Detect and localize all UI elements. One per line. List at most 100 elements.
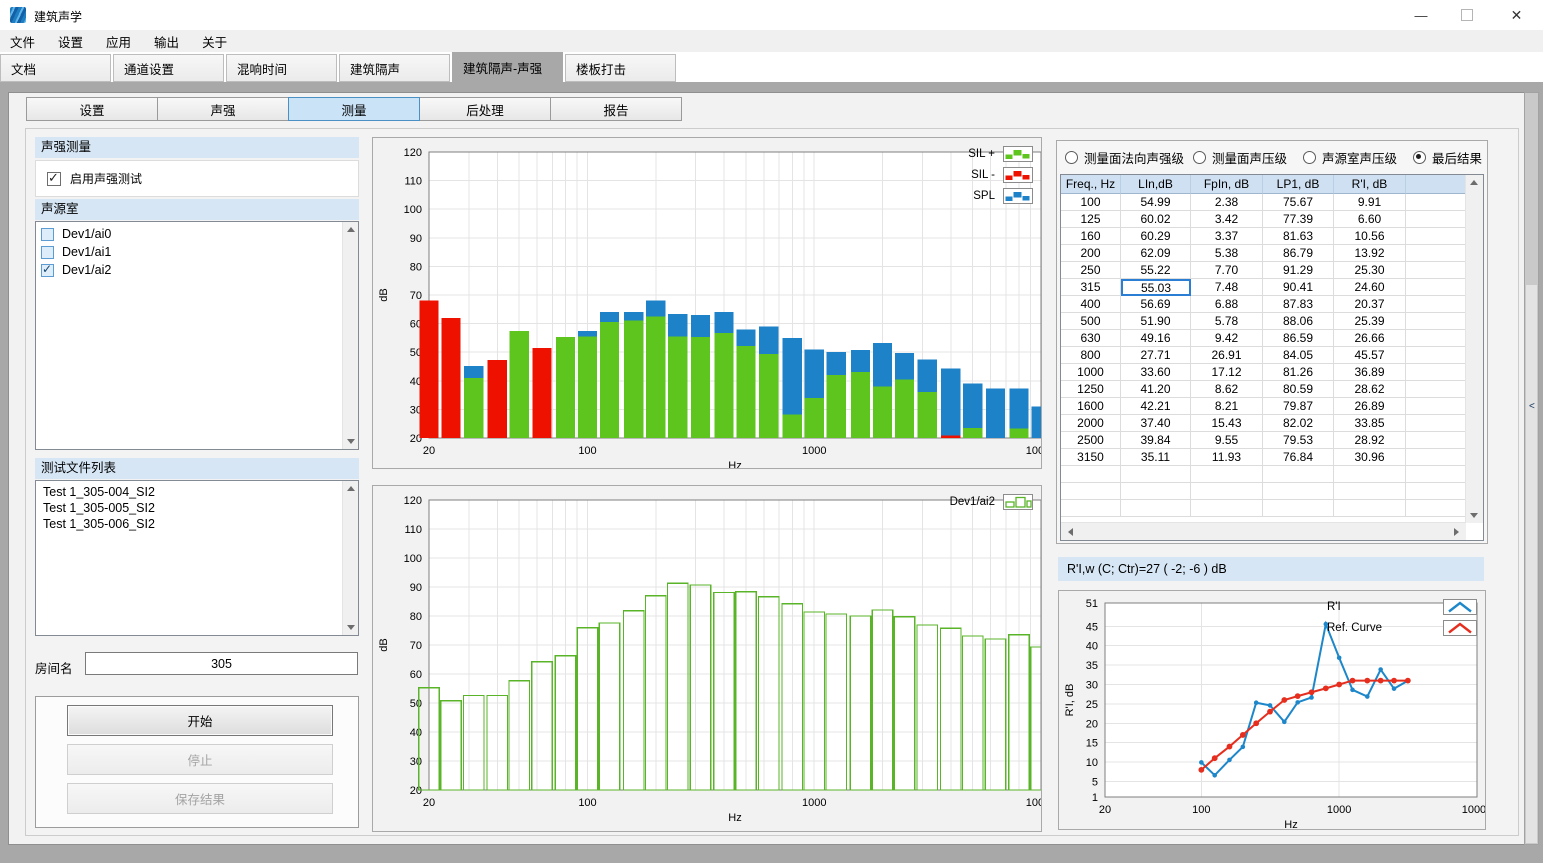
table-cell[interactable]: 3.37: [1191, 228, 1263, 245]
table-cell[interactable]: 630: [1061, 330, 1121, 347]
column-header[interactable]: FpIn, dB: [1191, 175, 1263, 194]
table-cell[interactable]: 62.09: [1121, 245, 1191, 262]
table-cell[interactable]: 79.53: [1263, 432, 1334, 449]
table-cell[interactable]: 76.84: [1263, 449, 1334, 466]
table-cell[interactable]: 55.03: [1121, 279, 1191, 296]
enable-intensity-checkbox[interactable]: [47, 172, 61, 186]
table-cell[interactable]: 100: [1061, 194, 1121, 211]
table-cell[interactable]: 400: [1061, 296, 1121, 313]
table-cell[interactable]: [1406, 211, 1468, 228]
table-cell[interactable]: 60.29: [1121, 228, 1191, 245]
room-name-input[interactable]: [85, 652, 358, 675]
main-tab[interactable]: 混响时间: [226, 54, 337, 82]
table-row[interactable]: 160042.218.2179.8726.89: [1061, 398, 1483, 415]
table-cell[interactable]: 3150: [1061, 449, 1121, 466]
table-cell[interactable]: [1406, 364, 1468, 381]
table-cell[interactable]: 82.02: [1263, 415, 1334, 432]
sub-tab[interactable]: 声强: [157, 97, 289, 121]
table-row[interactable]: 63049.169.4286.5926.66: [1061, 330, 1483, 347]
table-cell[interactable]: 79.87: [1263, 398, 1334, 415]
table-row[interactable]: 80027.7126.9184.0545.57: [1061, 347, 1483, 364]
legend-item[interactable]: SPL: [968, 188, 1033, 204]
table-cell[interactable]: 26.89: [1334, 398, 1406, 415]
table-cell[interactable]: 26.91: [1191, 347, 1263, 364]
sub-tab[interactable]: 测量: [288, 97, 420, 121]
main-tab[interactable]: 建筑隔声-声强: [452, 52, 563, 82]
table-cell[interactable]: 250: [1061, 262, 1121, 279]
table-cell[interactable]: 36.89: [1334, 364, 1406, 381]
table-cell[interactable]: 26.66: [1334, 330, 1406, 347]
radio-item[interactable]: 声源室声压级: [1303, 148, 1397, 167]
table-row[interactable]: 16060.293.3781.6310.56: [1061, 228, 1483, 245]
maximize-icon[interactable]: [1444, 0, 1490, 30]
test-file-item[interactable]: Test 1_305-004_SI2: [36, 484, 358, 500]
table-cell[interactable]: 51.90: [1121, 313, 1191, 330]
table-cell[interactable]: 6.88: [1191, 296, 1263, 313]
menu-item[interactable]: 文件: [10, 30, 48, 53]
table-cell[interactable]: 3.42: [1191, 211, 1263, 228]
table-cell[interactable]: [1406, 313, 1468, 330]
main-tab[interactable]: 楼板打击: [565, 54, 676, 82]
table-cell[interactable]: 8.21: [1191, 398, 1263, 415]
table-cell[interactable]: 9.55: [1191, 432, 1263, 449]
test-file-list[interactable]: Test 1_305-004_SI2Test 1_305-005_SI2Test…: [35, 480, 359, 636]
column-header[interactable]: [1406, 175, 1468, 194]
table-cell[interactable]: [1406, 194, 1468, 211]
legend-plot-icon[interactable]: [1003, 494, 1033, 510]
table-cell[interactable]: 7.70: [1191, 262, 1263, 279]
radio-button[interactable]: [1065, 151, 1078, 164]
scroll-up-icon[interactable]: [343, 222, 358, 237]
table-cell[interactable]: 2.38: [1191, 194, 1263, 211]
table-cell[interactable]: 9.42: [1191, 330, 1263, 347]
table-cell[interactable]: 33.60: [1121, 364, 1191, 381]
table-cell[interactable]: 20.37: [1334, 296, 1406, 313]
legend-item[interactable]: Dev1/ai2: [950, 494, 1033, 510]
channel-list-scrollbar[interactable]: [342, 222, 358, 449]
table-cell[interactable]: 90.41: [1263, 279, 1334, 296]
radio-button[interactable]: [1413, 151, 1426, 164]
start-button[interactable]: 开始: [67, 705, 333, 736]
table-cell[interactable]: [1406, 381, 1468, 398]
table-row[interactable]: 125041.208.6280.5928.62: [1061, 381, 1483, 398]
main-tab[interactable]: 通道设置: [113, 54, 224, 82]
table-cell[interactable]: 30.96: [1334, 449, 1406, 466]
table-cell[interactable]: 87.83: [1263, 296, 1334, 313]
legend-plot-icon[interactable]: [1003, 188, 1033, 204]
sub-tab[interactable]: 报告: [550, 97, 682, 121]
table-row[interactable]: 40056.696.8887.8320.37: [1061, 296, 1483, 313]
table-cell[interactable]: 5.78: [1191, 313, 1263, 330]
table-cell[interactable]: 33.85: [1334, 415, 1406, 432]
main-tab[interactable]: 文档: [0, 54, 111, 82]
channel-list[interactable]: Dev1/ai0Dev1/ai1Dev1/ai2: [35, 221, 359, 450]
sub-tab[interactable]: 后处理: [419, 97, 551, 121]
table-cell[interactable]: 17.12: [1191, 364, 1263, 381]
legend-item[interactable]: SIL +: [968, 146, 1033, 162]
test-file-item[interactable]: Test 1_305-005_SI2: [36, 500, 358, 516]
table-cell[interactable]: 80.59: [1263, 381, 1334, 398]
table-cell[interactable]: 86.59: [1263, 330, 1334, 347]
table-cell[interactable]: 24.60: [1334, 279, 1406, 296]
radio-item[interactable]: 测量面法向声强级: [1065, 148, 1184, 167]
minimize-icon[interactable]: [1398, 0, 1444, 30]
table-row[interactable]: 31555.037.4890.4124.60: [1061, 279, 1483, 296]
legend-plot-icon[interactable]: [1003, 167, 1033, 183]
table-cell[interactable]: [1406, 245, 1468, 262]
table-cell[interactable]: 86.79: [1263, 245, 1334, 262]
table-cell[interactable]: 81.63: [1263, 228, 1334, 245]
table-cell[interactable]: [1406, 296, 1468, 313]
table-cell[interactable]: 77.39: [1263, 211, 1334, 228]
table-row[interactable]: 25055.227.7091.2925.30: [1061, 262, 1483, 279]
table-horizontal-scrollbar[interactable]: [1061, 522, 1466, 540]
scroll-up-icon[interactable]: [1466, 175, 1481, 190]
table-cell[interactable]: [1406, 432, 1468, 449]
radio-button[interactable]: [1193, 151, 1206, 164]
scroll-down-icon[interactable]: [343, 434, 358, 449]
table-cell[interactable]: 25.30: [1334, 262, 1406, 279]
table-cell[interactable]: 56.69: [1121, 296, 1191, 313]
table-cell[interactable]: 49.16: [1121, 330, 1191, 347]
table-cell[interactable]: 41.20: [1121, 381, 1191, 398]
channel-checkbox[interactable]: [41, 264, 54, 277]
table-cell[interactable]: 75.67: [1263, 194, 1334, 211]
table-cell[interactable]: 27.71: [1121, 347, 1191, 364]
legend-item[interactable]: Ref. Curve: [1327, 620, 1477, 636]
